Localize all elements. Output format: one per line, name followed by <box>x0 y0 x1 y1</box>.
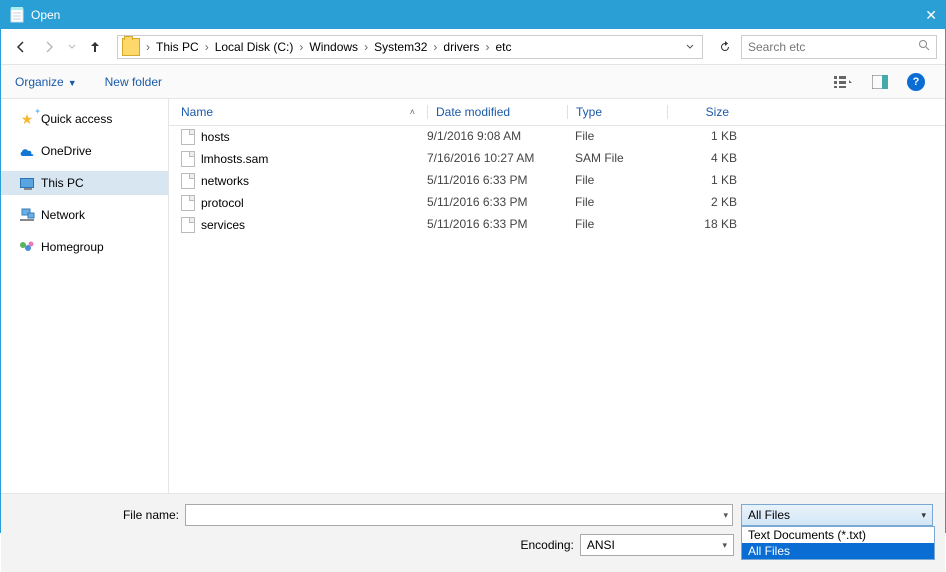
forward-button[interactable] <box>37 35 61 59</box>
file-type: File <box>575 217 675 233</box>
recent-dropdown[interactable] <box>65 35 79 59</box>
new-folder-button[interactable]: New folder <box>105 75 162 89</box>
chevron-right-icon: › <box>362 40 370 54</box>
file-type: File <box>575 195 675 211</box>
preview-pane-button[interactable] <box>865 70 895 94</box>
help-icon: ? <box>907 73 925 91</box>
column-name[interactable]: Name ˄ <box>169 105 427 119</box>
sidebar-item-network[interactable]: Network <box>1 203 168 227</box>
column-headers: Name ˄ Date modified Type Size <box>169 99 945 126</box>
quick-access-icon: ★ <box>19 111 35 127</box>
file-row[interactable]: protocol 5/11/2016 6:33 PMFile2 KB <box>169 192 945 214</box>
file-date: 5/11/2016 6:33 PM <box>427 195 575 211</box>
chevron-right-icon: › <box>297 40 305 54</box>
chevron-down-icon: ▾ <box>723 510 728 521</box>
filetype-select[interactable]: All Files ▾ Text Documents (*.txt) All F… <box>741 504 933 526</box>
column-size[interactable]: Size <box>667 105 739 119</box>
file-size: 2 KB <box>675 195 747 211</box>
file-name: lmhosts.sam <box>201 152 268 166</box>
folder-icon <box>122 38 140 56</box>
onedrive-icon <box>19 143 35 159</box>
file-name: protocol <box>201 196 244 210</box>
window-title: Open <box>31 8 897 22</box>
chevron-right-icon: › <box>483 40 491 54</box>
filetype-dropdown: Text Documents (*.txt) All Files <box>741 526 935 560</box>
chevron-right-icon: › <box>431 40 439 54</box>
back-button[interactable] <box>9 35 33 59</box>
file-name: networks <box>201 174 249 188</box>
file-type: SAM File <box>575 151 675 167</box>
search-placeholder: Search etc <box>748 40 918 54</box>
breadcrumb-item[interactable]: System32 <box>372 40 429 54</box>
file-name: services <box>201 218 245 232</box>
breadcrumb-item[interactable]: drivers <box>441 40 481 54</box>
encoding-select[interactable]: ANSI ▾ <box>580 534 734 556</box>
file-type: File <box>575 129 675 145</box>
breadcrumb-dropdown[interactable] <box>682 40 698 54</box>
filename-input[interactable]: ▾ <box>185 504 733 526</box>
sidebar-item-this-pc[interactable]: This PC <box>1 171 168 195</box>
close-button[interactable]: ✕ <box>897 7 937 24</box>
toolbar: Organize▼ New folder ? <box>1 65 945 99</box>
file-date: 9/1/2016 9:08 AM <box>427 129 575 145</box>
column-date[interactable]: Date modified <box>427 105 567 119</box>
file-name: hosts <box>201 130 230 144</box>
breadcrumb-item[interactable]: Windows <box>307 40 360 54</box>
file-size: 1 KB <box>675 173 747 189</box>
file-row[interactable]: networks 5/11/2016 6:33 PMFile1 KB <box>169 170 945 192</box>
sidebar-item-homegroup[interactable]: Homegroup <box>1 235 168 259</box>
file-list-pane: Name ˄ Date modified Type Size hosts 9/1/… <box>169 99 945 493</box>
filetype-option[interactable]: All Files <box>742 543 934 559</box>
file-date: 7/16/2016 10:27 AM <box>427 151 575 167</box>
file-size: 1 KB <box>675 129 747 145</box>
encoding-label: Encoding: <box>13 538 580 552</box>
filetype-option[interactable]: Text Documents (*.txt) <box>742 527 934 543</box>
breadcrumb-item[interactable]: Local Disk (C:) <box>213 40 296 54</box>
file-icon <box>181 195 195 211</box>
search-icon <box>918 39 930 54</box>
chevron-right-icon: › <box>144 40 152 54</box>
file-row[interactable]: hosts 9/1/2016 9:08 AMFile1 KB <box>169 126 945 148</box>
chevron-right-icon: › <box>203 40 211 54</box>
file-size: 4 KB <box>675 151 747 167</box>
help-button[interactable]: ? <box>901 70 931 94</box>
file-date: 5/11/2016 6:33 PM <box>427 173 575 189</box>
breadcrumb-bar[interactable]: › This PC › Local Disk (C:) › Windows › … <box>117 35 703 59</box>
chevron-down-icon: ▾ <box>723 540 728 551</box>
file-type: File <box>575 173 675 189</box>
network-icon <box>19 207 35 223</box>
nav-row: › This PC › Local Disk (C:) › Windows › … <box>1 29 945 65</box>
file-icon <box>181 151 195 167</box>
column-type[interactable]: Type <box>567 105 667 119</box>
file-icon <box>181 173 195 189</box>
organize-menu[interactable]: Organize▼ <box>15 75 77 89</box>
file-date: 5/11/2016 6:33 PM <box>427 217 575 233</box>
this-pc-icon <box>19 175 35 191</box>
sort-indicator-icon: ˄ <box>410 107 415 117</box>
breadcrumb-item[interactable]: etc <box>493 40 513 54</box>
filename-label: File name: <box>13 508 185 522</box>
main-area: ★ Quick access OneDrive This PC Network … <box>1 99 945 493</box>
refresh-button[interactable] <box>713 35 737 59</box>
up-button[interactable] <box>83 35 107 59</box>
file-row[interactable]: services 5/11/2016 6:33 PMFile18 KB <box>169 214 945 236</box>
file-icon <box>181 217 195 233</box>
file-size: 18 KB <box>675 217 747 233</box>
sidebar-item-quick-access[interactable]: ★ Quick access <box>1 107 168 131</box>
notepad-icon <box>9 7 25 23</box>
chevron-down-icon: ▾ <box>921 510 926 521</box>
file-row[interactable]: lmhosts.sam 7/16/2016 10:27 AMSAM File4 K… <box>169 148 945 170</box>
sidebar: ★ Quick access OneDrive This PC Network … <box>1 99 169 493</box>
search-input[interactable]: Search etc <box>741 35 937 59</box>
title-bar: Open ✕ <box>1 1 945 29</box>
homegroup-icon <box>19 239 35 255</box>
file-icon <box>181 129 195 145</box>
breadcrumb-item[interactable]: This PC <box>154 40 201 54</box>
view-options-button[interactable] <box>829 70 859 94</box>
sidebar-item-onedrive[interactable]: OneDrive <box>1 139 168 163</box>
